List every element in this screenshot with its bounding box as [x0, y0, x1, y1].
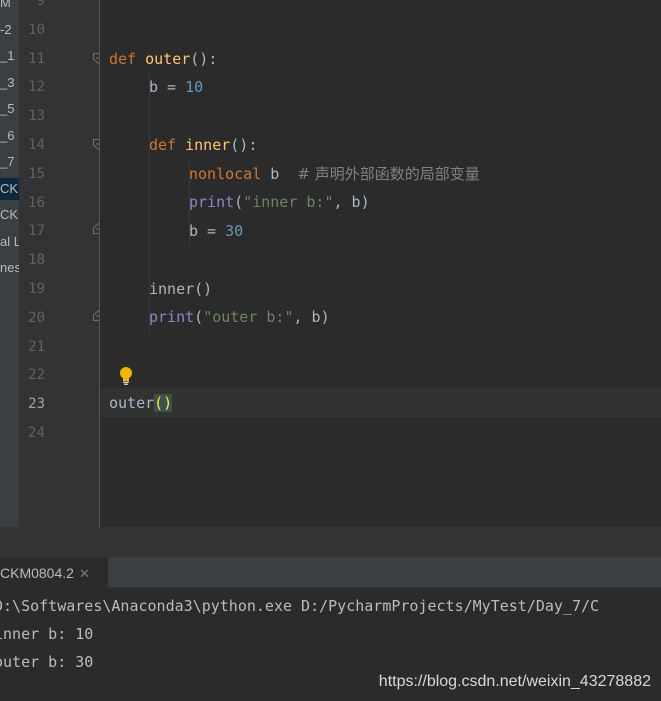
code-args: , b) — [333, 193, 370, 211]
tree-item[interactable]: M — [0, 0, 19, 14]
function-name-inner: inner — [185, 136, 231, 154]
line-number[interactable]: 23 — [19, 390, 45, 419]
string-literal: "inner b:" — [243, 193, 334, 211]
tree-item[interactable]: _5 — [0, 98, 19, 120]
line-number[interactable]: 17 — [19, 217, 45, 246]
tree-item[interactable]: CK — [0, 204, 19, 226]
string-literal: "outer b:" — [203, 308, 294, 326]
run-tab-label: CKM0804.2 — [0, 565, 74, 581]
code-line-11[interactable]: def outer(): — [109, 45, 217, 74]
code-line-15[interactable]: nonlocal b # 声明外部函数的局部变量 — [189, 160, 480, 189]
builtin-print: print — [149, 308, 195, 326]
code-line-20[interactable]: print("outer b:", b) — [149, 303, 330, 332]
number-literal: 30 — [225, 222, 244, 240]
line-number[interactable]: 14 — [19, 131, 45, 160]
keyword-def: def — [149, 136, 177, 154]
code-call: outer — [109, 394, 155, 412]
tree-item[interactable]: _3 — [0, 72, 19, 94]
project-tree: M -2 _1 _3 _5 _6 _7 CK CK al L nes — [0, 0, 19, 557]
close-icon[interactable]: ✕ — [79, 566, 90, 581]
tree-item[interactable]: al L — [0, 231, 19, 253]
code-line-19[interactable]: inner() — [149, 275, 212, 304]
tree-item[interactable]: _6 — [0, 125, 19, 147]
lightbulb-icon[interactable] — [118, 366, 134, 386]
code-line-16[interactable]: print("inner b:", b) — [189, 188, 370, 217]
tree-item-label: nes — [0, 260, 19, 275]
code-paren: ( — [234, 193, 244, 211]
tree-item-label: _7 — [0, 154, 15, 169]
tree-item-label: _3 — [0, 74, 15, 90]
tree-item-label: CK — [0, 180, 19, 196]
code-args: , b) — [293, 308, 330, 326]
code-line-14[interactable]: def inner(): — [149, 131, 257, 160]
line-number[interactable]: 22 — [19, 361, 45, 390]
keyword-def: def — [109, 50, 137, 68]
code-editor[interactable]: def outer(): b = 10 def inner(): nonloca… — [100, 0, 661, 527]
line-number[interactable]: 10 — [19, 16, 45, 45]
line-number[interactable]: 11 — [19, 45, 45, 74]
code-var: b — [261, 165, 298, 183]
tree-item[interactable]: _7 — [0, 151, 19, 173]
code-line-17[interactable]: b = 30 — [189, 217, 243, 246]
tree-item[interactable]: -2 — [0, 19, 19, 41]
run-tab[interactable]: CKM0804.2 ✕ — [0, 557, 108, 588]
tree-item-label: al L — [0, 233, 19, 249]
code-call: inner() — [149, 280, 213, 298]
watermark: https://blog.csdn.net/weixin_43278882 — [378, 673, 651, 690]
tree-item[interactable]: nes — [0, 257, 19, 279]
tree-item-label: M — [0, 0, 11, 10]
tree-item[interactable]: _1 — [0, 45, 19, 67]
tree-item-label: -2 — [0, 21, 12, 37]
builtin-print: print — [189, 193, 235, 211]
line-number-gutter: 9 10 11 12 13 14 15 16 17 18 19 20 21 22 23 24 — [19, 0, 104, 527]
console-line: inner b: 10 — [0, 625, 94, 643]
tree-item-label: _1 — [0, 48, 15, 63]
code-paren: ( — [194, 308, 204, 326]
line-number[interactable]: 19 — [19, 275, 45, 304]
line-number[interactable]: 13 — [19, 102, 45, 131]
line-number[interactable]: 20 — [19, 304, 45, 333]
editor-scroll-area — [0, 527, 661, 557]
code-punct: (): — [190, 50, 218, 68]
tree-item-label: _5 — [0, 101, 15, 116]
keyword-nonlocal: nonlocal — [189, 165, 262, 183]
code-punct: (): — [230, 136, 258, 154]
line-number[interactable]: 15 — [19, 160, 45, 189]
tree-item[interactable]: CK — [0, 177, 19, 200]
line-number[interactable]: 9 — [19, 0, 45, 16]
code-assign: b = — [149, 78, 186, 96]
function-name-outer: outer — [145, 50, 191, 68]
line-number[interactable]: 21 — [19, 333, 45, 362]
console-line: outer b: 30 — [0, 653, 94, 671]
run-panel-header: CKM0804.2 ✕ — [0, 557, 661, 588]
code-assign: b = — [189, 222, 226, 240]
code-line-23[interactable]: outer() — [109, 389, 173, 418]
line-number[interactable]: 18 — [19, 246, 45, 275]
matched-brackets: () — [154, 394, 173, 412]
code-comment: # 声明外部函数的局部变量 — [297, 165, 480, 183]
code-line-12[interactable]: b = 10 — [149, 73, 203, 102]
number-literal: 10 — [185, 78, 204, 96]
line-number[interactable]: 12 — [19, 73, 45, 102]
line-number[interactable]: 16 — [19, 189, 45, 218]
tree-item-label: CK — [0, 207, 19, 222]
console-line: D:\Softwares\Anaconda3\python.exe D:/Pyc… — [0, 597, 600, 615]
current-line-highlight — [100, 388, 661, 417]
line-number[interactable]: 24 — [19, 419, 45, 448]
tree-item-label: _6 — [0, 127, 15, 143]
